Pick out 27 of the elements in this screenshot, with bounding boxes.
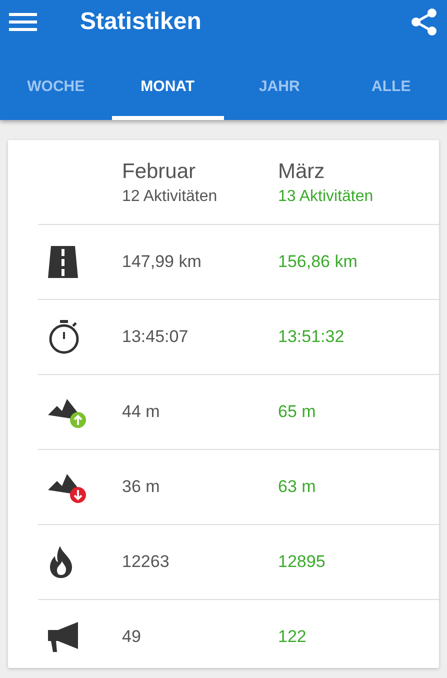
share-icon[interactable]: [411, 8, 437, 36]
stat-value: 12895: [278, 552, 326, 571]
month-label: März: [278, 160, 326, 184]
stat-value: 49: [122, 627, 141, 646]
stat-value: 65 m: [278, 402, 316, 421]
tab[interactable]: JAHR: [224, 44, 336, 120]
month-label: Februar: [122, 160, 197, 184]
menu-icon[interactable]: [9, 12, 37, 32]
stat-value: 147,99 km: [122, 252, 202, 271]
screen-title: Statistiken: [80, 8, 202, 36]
tab[interactable]: WOCHE: [0, 44, 112, 120]
stat-value: 122: [278, 627, 306, 646]
stat-value: 156,86 km: [278, 252, 358, 271]
megaphone-icon: [48, 621, 80, 653]
stat-value: 12263: [122, 552, 170, 571]
tab[interactable]: MONAT: [112, 44, 224, 120]
activity-count: 12 Aktivitäten: [122, 188, 218, 206]
stat-value: 13:45:07: [122, 327, 188, 346]
stopwatch-icon: [48, 320, 80, 354]
flame-icon: [48, 546, 74, 578]
tab[interactable]: ALLE: [335, 44, 447, 120]
stat-value: 63 m: [278, 477, 316, 496]
stat-value: 13:51:32: [278, 327, 344, 346]
stat-value: 36 m: [122, 477, 160, 496]
activity-count: 13 Aktivitäten: [278, 188, 374, 206]
road-icon: [48, 246, 78, 278]
stat-value: 44 m: [122, 402, 160, 421]
